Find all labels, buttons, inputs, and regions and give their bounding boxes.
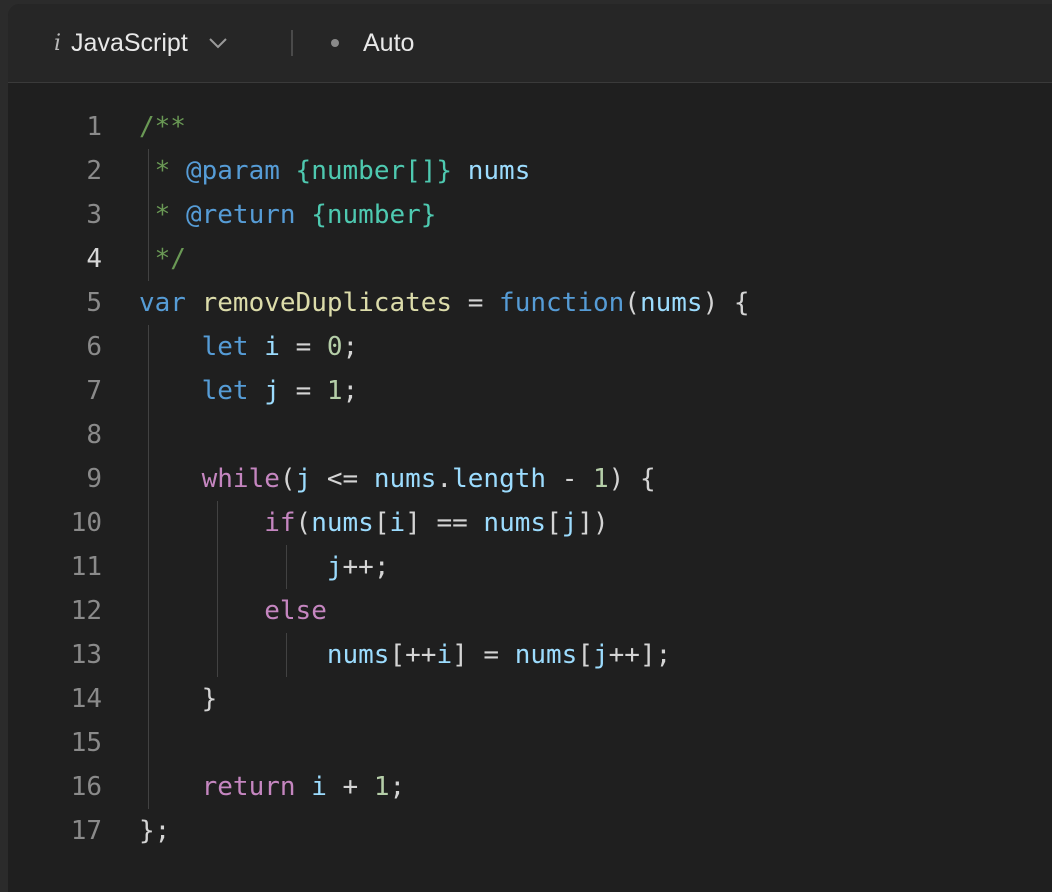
code-text: };: [139, 816, 171, 846]
code-line[interactable]: 13 nums[++i] = nums[j++];: [8, 633, 1052, 677]
code-line[interactable]: 11 j++;: [8, 545, 1052, 589]
line-number: 5: [86, 288, 102, 318]
code-area[interactable]: 1/** 2 * @param {number[]} nums 3 * @retur…: [8, 83, 1052, 892]
code-line[interactable]: 2 * @param {number[]} nums: [8, 149, 1052, 193]
code-text: * @return {number}: [139, 200, 437, 230]
code-text: }: [201, 684, 218, 714]
code-text: nums[++i] = nums[j++];: [326, 640, 672, 670]
line-number: 13: [70, 640, 102, 670]
code-line[interactable]: 10 if(nums[i] == nums[j]): [8, 501, 1052, 545]
dot-icon: [331, 39, 339, 47]
mode-label: Auto: [363, 28, 415, 57]
line-number: 9: [86, 464, 102, 494]
code-line[interactable]: 4 */: [8, 237, 1052, 281]
line-number: 15: [70, 728, 102, 758]
code-line[interactable]: 17};: [8, 809, 1052, 853]
code-line[interactable]: 6 let i = 0;: [8, 325, 1052, 369]
line-number: 11: [70, 552, 102, 582]
language-label: JavaScript: [71, 28, 188, 57]
code-line[interactable]: 8: [8, 413, 1052, 457]
line-number: 17: [70, 816, 102, 846]
code-line[interactable]: 12 else: [8, 589, 1052, 633]
code-text: j++;: [326, 552, 390, 582]
code-text: let j = 1;: [201, 376, 359, 406]
info-icon: i: [54, 30, 62, 56]
chevron-down-icon: [209, 38, 227, 49]
code-line[interactable]: 16 return i + 1;: [8, 765, 1052, 809]
line-number: 7: [86, 376, 102, 406]
line-number: 16: [70, 772, 102, 802]
code-text: if(nums[i] == nums[j]): [264, 508, 609, 538]
line-number: 2: [86, 156, 102, 186]
line-number: 1: [86, 112, 102, 142]
code-line[interactable]: 15: [8, 721, 1052, 765]
mode-select[interactable]: Auto: [331, 26, 414, 60]
line-number: 12: [70, 596, 102, 626]
code-text: /**: [139, 112, 186, 142]
code-line[interactable]: 9 while(j <= nums.length - 1) {: [8, 457, 1052, 501]
code-text: while(j <= nums.length - 1) {: [201, 464, 656, 494]
line-number: 14: [70, 684, 102, 714]
line-number: 10: [70, 508, 102, 538]
code-text: let i = 0;: [201, 332, 359, 362]
code-text: else: [264, 596, 327, 626]
code-text: */: [139, 244, 186, 274]
editor-toolbar: i JavaScript Auto: [8, 4, 1052, 83]
line-number: 4: [86, 244, 102, 274]
code-text: var removeDuplicates = function(nums) {: [139, 288, 750, 318]
code-line[interactable]: 14 }: [8, 677, 1052, 721]
language-select[interactable]: i JavaScript: [54, 26, 228, 60]
code-text: return i + 1;: [201, 772, 406, 802]
code-line[interactable]: 7 let j = 1;: [8, 369, 1052, 413]
line-number: 3: [86, 200, 102, 230]
code-editor-window: i JavaScript Auto 1 /** 2 * @param {number…: [8, 4, 1052, 892]
code-line[interactable]: 5 var removeDuplicates = function(nums) {: [8, 281, 1052, 325]
code-line[interactable]: 1 /**: [8, 105, 1052, 149]
toolbar-divider: [291, 30, 293, 56]
code-line[interactable]: 3 * @return {number}: [8, 193, 1052, 237]
line-number: 6: [86, 332, 102, 362]
code-text: * @param {number[]} nums: [139, 156, 531, 186]
line-number: 8: [86, 420, 102, 450]
